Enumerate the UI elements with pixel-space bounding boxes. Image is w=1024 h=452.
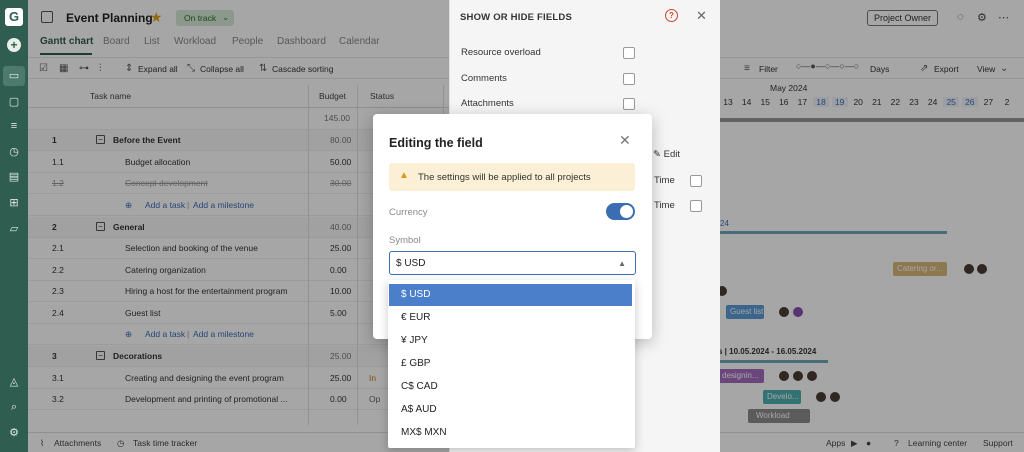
fields-panel-title: SHOW OR HIDE FIELDS xyxy=(460,12,572,23)
grid-icon[interactable]: ⊞ xyxy=(7,196,21,210)
field-checkbox[interactable] xyxy=(623,47,635,59)
currency-option-mxn[interactable]: MX$ MXN xyxy=(389,422,632,444)
currency-option-usd[interactable]: $ USD xyxy=(389,284,632,306)
warning-icon: ▲ xyxy=(399,170,409,181)
currency-label: Currency xyxy=(389,207,428,218)
field-item-resource-overload: Resource overload xyxy=(461,47,541,58)
warning-banner: ▲ The settings will be applied to all pr… xyxy=(389,163,635,191)
bell-icon[interactable]: ◬ xyxy=(7,375,21,389)
toggle-knob xyxy=(620,205,633,218)
symbol-label: Symbol xyxy=(389,235,421,246)
time-field-label: Time xyxy=(654,200,675,211)
help-icon[interactable]: ? xyxy=(665,9,678,22)
modal-title: Editing the field xyxy=(389,136,483,150)
app-logo-icon[interactable]: G xyxy=(5,8,23,26)
settings-icon[interactable]: ⚙ xyxy=(7,426,21,440)
field-item-attachments: Attachments xyxy=(461,98,514,109)
close-icon[interactable]: ✕ xyxy=(696,8,707,24)
chevron-up-icon: ▲ xyxy=(618,259,626,268)
currency-toggle[interactable] xyxy=(606,203,635,220)
field-checkbox[interactable] xyxy=(690,175,702,187)
edit-link[interactable]: ✎ Edit xyxy=(653,149,680,160)
field-checkbox[interactable] xyxy=(690,200,702,212)
field-item-comments: Comments xyxy=(461,73,507,84)
symbol-select[interactable]: $ USD ▲ xyxy=(389,251,636,275)
briefcase-icon[interactable]: ▢ xyxy=(7,95,21,109)
create-plus-icon[interactable]: + xyxy=(7,38,21,52)
chat-icon[interactable]: ▱ xyxy=(7,222,21,236)
currency-option-jpy[interactable]: ¥ JPY xyxy=(389,330,632,352)
currency-dropdown: $ USD € EUR ¥ JPY £ GBP C$ CAD A$ AUD MX… xyxy=(388,280,635,448)
edit-label: Edit xyxy=(663,149,680,160)
currency-option-eur[interactable]: € EUR xyxy=(389,307,632,329)
folder-icon[interactable]: ▭ xyxy=(3,66,25,86)
warning-text: The settings will be applied to all proj… xyxy=(418,172,591,183)
list-icon[interactable]: ≡ xyxy=(7,119,21,133)
field-checkbox[interactable] xyxy=(623,98,635,110)
close-icon[interactable]: ✕ xyxy=(619,132,631,149)
search-icon[interactable]: ⌕ xyxy=(7,400,21,414)
symbol-select-value: $ USD xyxy=(396,258,426,269)
document-icon[interactable]: ▤ xyxy=(7,170,21,184)
clock-icon[interactable]: ◷ xyxy=(7,145,21,159)
currency-option-aud[interactable]: A$ AUD xyxy=(389,399,632,421)
left-sidebar: G + ▭ ▢ ≡ ◷ ▤ ⊞ ▱ ◬ ⌕ ⚙ xyxy=(0,0,28,452)
field-checkbox[interactable] xyxy=(623,73,635,85)
currency-option-gbp[interactable]: £ GBP xyxy=(389,353,632,375)
currency-option-cad[interactable]: C$ CAD xyxy=(389,376,632,398)
time-field-label: Time xyxy=(654,175,675,186)
